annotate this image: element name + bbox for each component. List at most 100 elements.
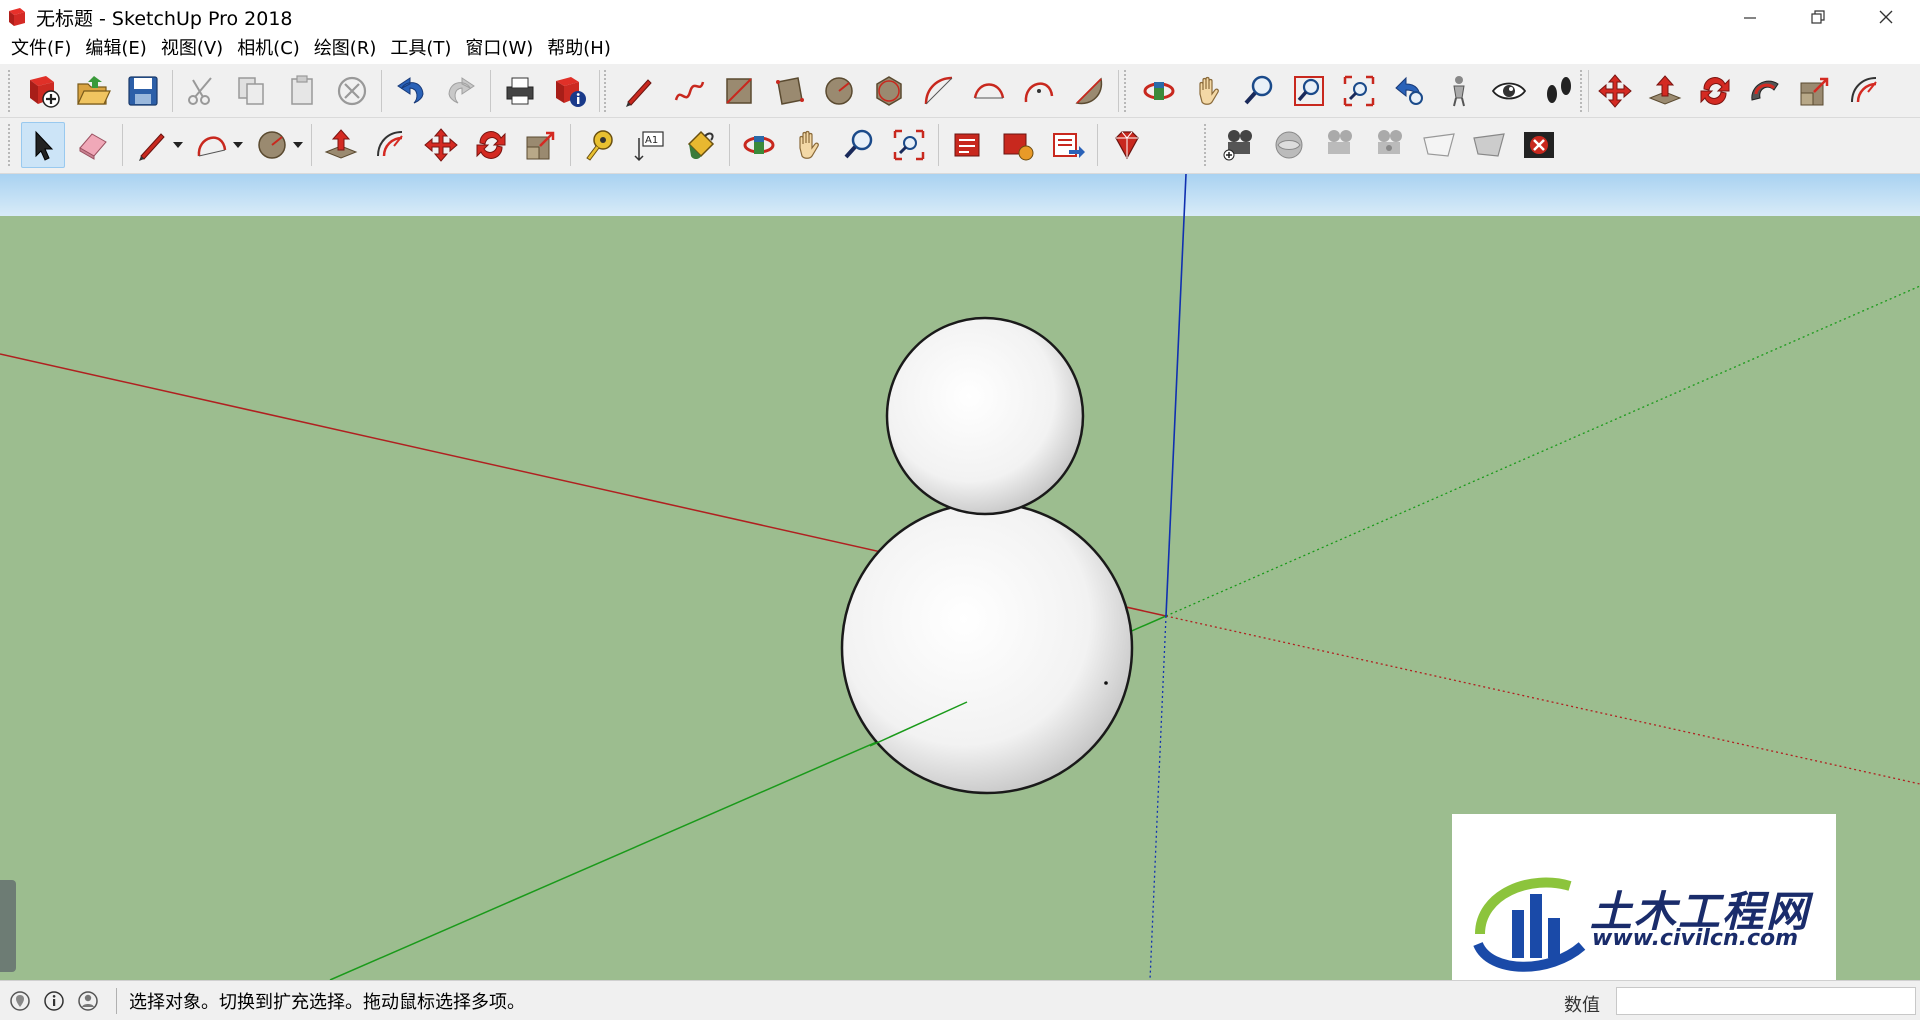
lower-sphere[interactable] <box>840 501 1134 795</box>
position-camera-icon <box>1453 76 1465 107</box>
rotated-rectangle-button[interactable] <box>767 68 811 114</box>
account-button[interactable] <box>74 987 102 1015</box>
print-button[interactable] <box>498 68 542 114</box>
previous-view-button[interactable] <box>1387 68 1431 114</box>
save-button[interactable] <box>121 68 165 114</box>
push-pull-button-2[interactable] <box>319 122 363 168</box>
credits-button[interactable] <box>40 987 68 1015</box>
menu-view[interactable]: 视图(V) <box>154 34 230 64</box>
camera-frustum-button[interactable] <box>1317 122 1361 168</box>
menu-tools[interactable]: 工具(T) <box>383 34 458 64</box>
undo-button[interactable] <box>389 68 433 114</box>
info-icon <box>44 990 64 1011</box>
move-button[interactable] <box>1593 68 1637 114</box>
position-camera-button[interactable] <box>1437 68 1481 114</box>
layout-send-icon <box>1053 133 1085 158</box>
menu-edit[interactable]: 编辑(E) <box>78 34 153 64</box>
menu-file[interactable]: 文件(F) <box>4 34 78 64</box>
toolbar-grip[interactable] <box>1580 70 1584 112</box>
circle-button[interactable] <box>817 68 861 114</box>
upper-sphere[interactable] <box>885 316 1085 516</box>
two-point-arc-button[interactable] <box>967 68 1011 114</box>
zoom-window-button[interactable] <box>1287 68 1331 114</box>
menu-draw[interactable]: 绘图(R) <box>307 34 384 64</box>
new-button[interactable] <box>21 68 65 114</box>
push-pull-button[interactable] <box>1643 68 1687 114</box>
camera-mask-button[interactable] <box>1417 122 1461 168</box>
menu-window[interactable]: 窗口(W) <box>458 34 540 64</box>
camera-plane-button[interactable] <box>1467 122 1511 168</box>
offset-button-2[interactable] <box>369 122 413 168</box>
arc-dropdown-arrow[interactable] <box>231 122 245 168</box>
geo-location-button[interactable] <box>6 987 34 1015</box>
create-camera-button[interactable] <box>1217 122 1261 168</box>
scale-icon <box>526 131 555 160</box>
scale-button[interactable] <box>1793 68 1837 114</box>
orbit-button-2[interactable] <box>737 122 781 168</box>
toolbar-grip[interactable] <box>604 70 608 112</box>
status-hint: 选择对象。切换到扩充选择。拖动鼠标选择多项。 <box>116 987 525 1014</box>
camera-properties-button[interactable] <box>1367 122 1411 168</box>
pie-button[interactable] <box>1067 68 1111 114</box>
rotate-button-2[interactable] <box>469 122 513 168</box>
reset-camera-button[interactable] <box>1517 122 1561 168</box>
look-through-camera-button[interactable] <box>1267 122 1311 168</box>
menu-help[interactable]: 帮助(H) <box>540 34 618 64</box>
follow-me-button[interactable] <box>1743 68 1787 114</box>
look-around-button[interactable] <box>1487 68 1531 114</box>
toolbar-grip[interactable] <box>1124 70 1128 112</box>
select-button[interactable] <box>21 122 65 168</box>
pencil-dropdown-arrow[interactable] <box>171 122 185 168</box>
status-bar: 选择对象。切换到扩充选择。拖动鼠标选择多项。 数值 <box>0 980 1920 1020</box>
extension-warehouse-button[interactable] <box>996 122 1040 168</box>
walk-button[interactable] <box>1537 68 1581 114</box>
eraser-button[interactable] <box>71 122 115 168</box>
rectangle-button[interactable] <box>717 68 761 114</box>
circle-tools-button[interactable] <box>250 122 294 168</box>
zoom-button[interactable] <box>1237 68 1281 114</box>
freehand-button[interactable] <box>667 68 711 114</box>
zoom-button-2[interactable] <box>837 122 881 168</box>
tray-handle[interactable] <box>0 880 16 972</box>
model-info-button[interactable] <box>548 68 592 114</box>
zoom-extents-icon <box>893 129 925 161</box>
tape-measure-button[interactable] <box>578 122 622 168</box>
polygon-button[interactable] <box>867 68 911 114</box>
pan-button-2[interactable] <box>787 122 831 168</box>
paint-bucket-button[interactable] <box>678 122 722 168</box>
measurements-input[interactable] <box>1616 987 1916 1015</box>
close-button[interactable] <box>1852 0 1920 34</box>
three-point-arc-button[interactable] <box>1017 68 1061 114</box>
cut-button[interactable] <box>180 68 224 114</box>
erase-button[interactable] <box>330 68 374 114</box>
copy-button[interactable] <box>230 68 274 114</box>
layout-send-button[interactable] <box>1046 122 1090 168</box>
restore-button[interactable] <box>1784 0 1852 34</box>
toolbar-grip[interactable] <box>1204 124 1208 166</box>
arc-button[interactable] <box>917 68 961 114</box>
pan-button[interactable] <box>1187 68 1231 114</box>
line-button[interactable] <box>617 68 661 114</box>
redo-button[interactable] <box>439 68 483 114</box>
rotate-button[interactable] <box>1693 68 1737 114</box>
zoom-extents-button-2[interactable] <box>887 122 931 168</box>
scale-button-2[interactable] <box>519 122 563 168</box>
paste-button[interactable] <box>280 68 324 114</box>
orbit-icon <box>743 136 775 154</box>
minimize-button[interactable] <box>1716 0 1784 34</box>
arc-tools-button[interactable] <box>190 122 234 168</box>
circle-dropdown-arrow[interactable] <box>291 122 305 168</box>
ruby-console-button[interactable] <box>1105 122 1149 168</box>
zoom-extents-button[interactable] <box>1337 68 1381 114</box>
3d-warehouse-button[interactable] <box>946 122 990 168</box>
toolbar-grip[interactable] <box>8 70 12 112</box>
move-button-2[interactable] <box>419 122 463 168</box>
menu-camera[interactable]: 相机(C) <box>230 34 307 64</box>
orbit-button[interactable] <box>1137 68 1181 114</box>
open-button[interactable] <box>71 68 115 114</box>
paste-icon <box>291 75 313 105</box>
pencil-button[interactable] <box>130 122 174 168</box>
text-button[interactable]: A1 <box>628 122 672 168</box>
offset-button[interactable] <box>1843 68 1887 114</box>
toolbar-grip[interactable] <box>8 124 12 166</box>
